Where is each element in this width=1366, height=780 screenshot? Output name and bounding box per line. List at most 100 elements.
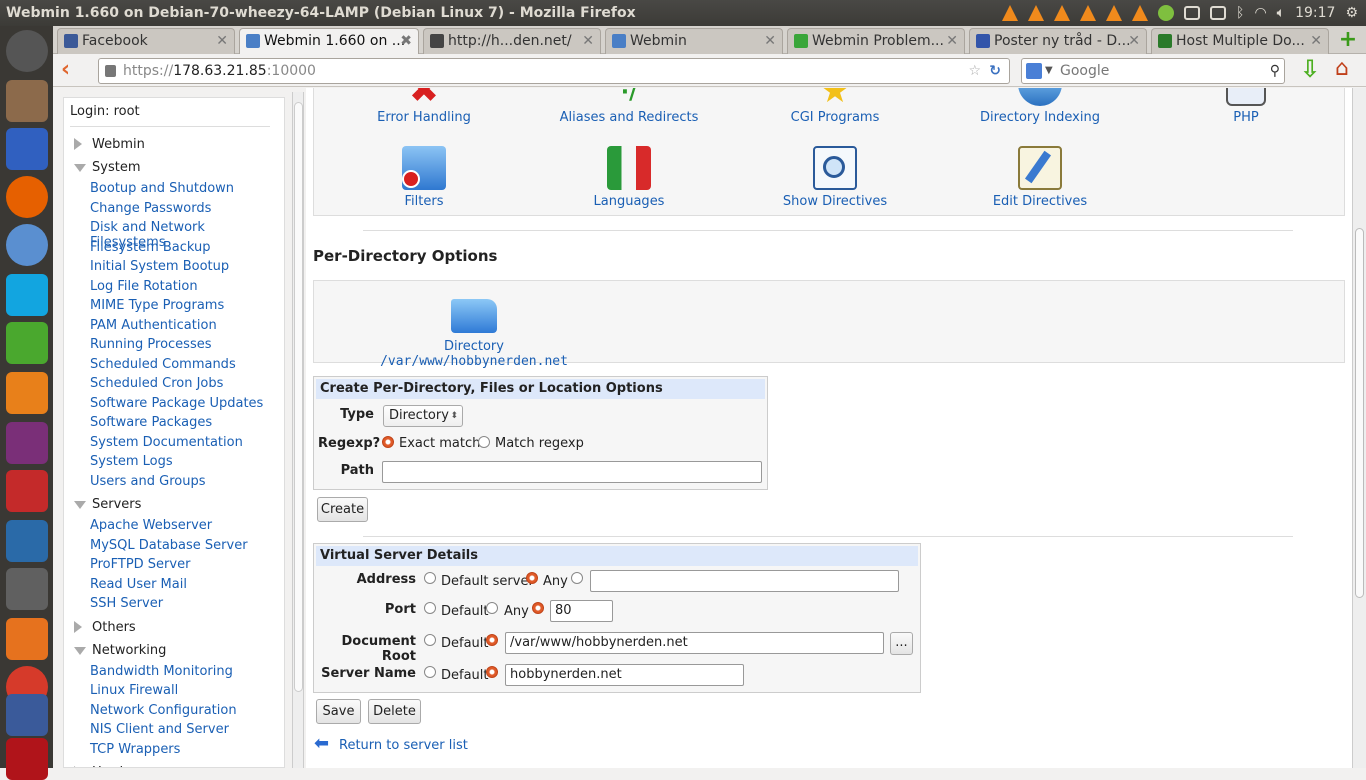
home-icon[interactable]: ⌂ xyxy=(1335,57,1361,83)
category-networking[interactable]: Networking xyxy=(72,643,166,658)
chevron-down-icon[interactable]: ▼ xyxy=(1045,59,1053,83)
address-any-radio[interactable] xyxy=(526,572,538,584)
dash-icon[interactable] xyxy=(6,30,48,72)
close-icon[interactable]: ✕ xyxy=(1310,29,1322,53)
sidebar-item-mime-type-programs[interactable]: MIME Type Programs xyxy=(90,298,224,313)
spotify-tray-icon[interactable] xyxy=(1158,5,1175,21)
sidebar-item-scheduled-commands[interactable]: Scheduled Commands xyxy=(90,357,236,372)
vlc-launcher-icon[interactable] xyxy=(6,372,48,414)
icon-languages[interactable]: Languages xyxy=(529,146,729,209)
port-default-radio[interactable] xyxy=(424,602,436,614)
sidebar-item-ssh-server[interactable]: SSH Server xyxy=(90,596,163,611)
tab[interactable]: Facebook ✕ xyxy=(57,28,235,54)
new-tab-plus-icon[interactable]: + xyxy=(1337,29,1359,52)
sidebar-item-network-configuration[interactable]: Network Configuration xyxy=(90,703,237,718)
icon-error-handling[interactable]: ✖ Error Handling xyxy=(324,88,524,125)
port-any-radio[interactable] xyxy=(486,602,498,614)
document-root-input[interactable]: /var/www/hobbynerden.net xyxy=(505,632,884,654)
icon-show-directives[interactable]: Show Directives xyxy=(735,146,935,209)
wifi-icon[interactable]: ◠ xyxy=(1254,0,1266,26)
workspace-switcher-icon[interactable] xyxy=(6,422,48,464)
chromium-icon[interactable] xyxy=(6,224,48,266)
search-input[interactable]: ▼ Google ⚲ xyxy=(1021,58,1285,84)
download-icon[interactable]: ⇩ xyxy=(1300,57,1324,83)
screen-icon[interactable] xyxy=(6,694,48,736)
sidebar-item-proftpd-server[interactable]: ProFTPD Server xyxy=(90,557,190,572)
sidebar-scrollbar-thumb[interactable] xyxy=(294,102,303,692)
icon-php[interactable]: PHP xyxy=(1146,88,1346,125)
icon-directory-indexing[interactable]: Directory Indexing xyxy=(940,88,1140,125)
servername-specific-radio[interactable] xyxy=(486,666,498,678)
sidebar-item-system-logs[interactable]: System Logs xyxy=(90,454,173,469)
tab[interactable]: Webmin Problem... ✕ xyxy=(787,28,965,54)
update-manager-icon[interactable] xyxy=(6,470,48,512)
skype-icon[interactable] xyxy=(6,274,48,316)
tab[interactable]: Host Multiple Do... ✕ xyxy=(1151,28,1329,54)
sidebar-item-mysql-database-server[interactable]: MySQL Database Server xyxy=(90,538,248,553)
filezilla-icon[interactable] xyxy=(6,738,48,780)
sidebar-item-running-processes[interactable]: Running Processes xyxy=(90,337,212,352)
url-bar[interactable]: https://178.63.21.85:10000 ☆ ↻ xyxy=(98,58,1010,84)
firefox-icon[interactable] xyxy=(6,176,48,218)
close-icon[interactable]: ✕ xyxy=(946,29,958,53)
category-servers[interactable]: Servers xyxy=(72,497,141,512)
vlc-icon[interactable] xyxy=(1028,5,1045,21)
sidebar-item-linux-firewall[interactable]: Linux Firewall xyxy=(90,683,178,698)
power-gear-icon[interactable]: ⚙ xyxy=(1345,0,1358,26)
vlc-icon[interactable] xyxy=(1054,5,1071,21)
virtualbox-icon[interactable] xyxy=(6,520,48,562)
google-engine-icon[interactable] xyxy=(1026,63,1042,79)
reload-icon[interactable]: ↻ xyxy=(989,59,1001,83)
save-button[interactable]: Save xyxy=(316,699,361,724)
scrollbar-thumb[interactable] xyxy=(1355,228,1364,598)
bluetooth-icon[interactable]: ᛒ xyxy=(1236,0,1244,26)
sidebar-item-log-file-rotation[interactable]: Log File Rotation xyxy=(90,279,198,294)
delete-button[interactable]: Delete xyxy=(368,699,421,724)
create-button[interactable]: Create xyxy=(317,497,368,522)
address-input[interactable] xyxy=(590,570,899,592)
sidebar-item-change-passwords[interactable]: Change Passwords xyxy=(90,201,211,216)
sidebar-item-pam-authentication[interactable]: PAM Authentication xyxy=(90,318,217,333)
remote-desktop-icon[interactable] xyxy=(6,128,48,170)
icon-aliases-redirects[interactable]: ·/ Aliases and Redirects xyxy=(529,88,729,125)
match-regexp-radio[interactable] xyxy=(478,436,490,448)
sidebar-item-filesystem-backup[interactable]: Filesystem Backup xyxy=(90,240,211,255)
sidebar-item-read-user-mail[interactable]: Read User Mail xyxy=(90,577,187,592)
battery-icon[interactable] xyxy=(1210,6,1227,20)
search-icon[interactable]: ⚲ xyxy=(1270,59,1280,83)
icon-cgi-programs[interactable]: ★ CGI Programs xyxy=(735,88,935,125)
close-icon[interactable]: ✖ xyxy=(400,29,412,53)
vlc-icon[interactable] xyxy=(1002,5,1019,21)
category-others[interactable]: Others xyxy=(72,620,136,635)
bookmark-star-icon[interactable]: ☆ xyxy=(968,59,981,83)
tab[interactable]: http://h...den.net/✕ xyxy=(423,28,601,54)
volume-icon[interactable]: 🔈︎ xyxy=(1277,0,1285,26)
sidebar-item-scheduled-cron-jobs[interactable]: Scheduled Cron Jobs xyxy=(90,376,223,391)
type-select[interactable]: Directory ⬍ xyxy=(383,405,463,427)
back-arrow-icon[interactable]: ‹ xyxy=(61,59,85,83)
browse-button[interactable]: ... xyxy=(890,632,913,655)
sidebar-item-software-package-updates[interactable]: Software Package Updates xyxy=(90,396,263,411)
docroot-specific-radio[interactable] xyxy=(486,634,498,646)
address-default-radio[interactable] xyxy=(424,572,436,584)
directory-item[interactable]: Directory /var/www/hobbynerden.net xyxy=(354,299,594,369)
tab[interactable]: Poster ny tråd - D... ✕ xyxy=(969,28,1147,54)
category-webmin[interactable]: Webmin xyxy=(72,137,145,152)
close-icon[interactable]: ✕ xyxy=(582,29,594,53)
software-center-icon[interactable] xyxy=(6,618,48,660)
close-icon[interactable]: ✕ xyxy=(216,29,228,53)
sidebar-item-bandwidth-monitoring[interactable]: Bandwidth Monitoring xyxy=(90,664,233,679)
sidebar-item-software-packages[interactable]: Software Packages xyxy=(90,415,212,430)
path-input[interactable] xyxy=(382,461,762,483)
sidebar-item-apache-webserver[interactable]: Apache Webserver xyxy=(90,518,212,533)
clock[interactable]: 19:17 xyxy=(1295,0,1335,26)
sidebar-item-bootup-and-shutdown[interactable]: Bootup and Shutdown xyxy=(90,181,234,196)
vlc-icon[interactable] xyxy=(1080,5,1097,21)
port-specific-radio[interactable] xyxy=(532,602,544,614)
files-icon[interactable] xyxy=(6,80,48,122)
spotify-icon[interactable] xyxy=(6,322,48,364)
mail-icon[interactable] xyxy=(1184,6,1201,20)
back-arrow-icon[interactable]: ⬅ xyxy=(314,735,329,753)
address-specific-radio[interactable] xyxy=(571,572,583,584)
sidebar-item-system-documentation[interactable]: System Documentation xyxy=(90,435,243,450)
